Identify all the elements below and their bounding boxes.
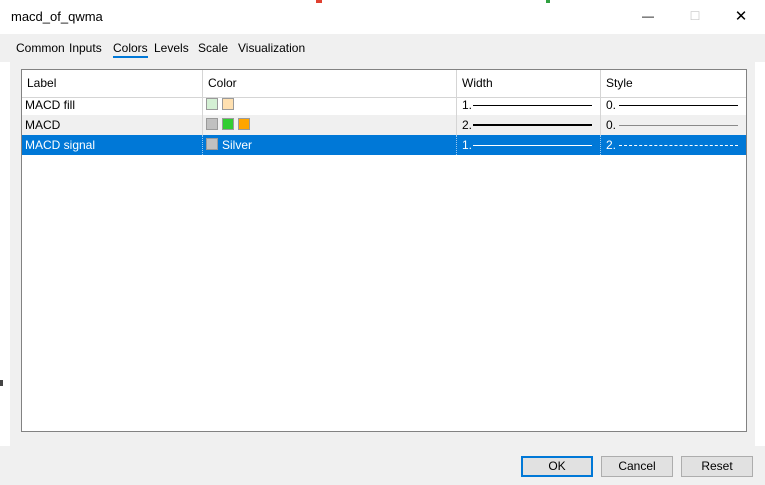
tab-scale[interactable]: Scale	[198, 41, 228, 55]
row-label: MACD signal	[22, 135, 203, 155]
style-value: 0.	[606, 118, 617, 132]
color-swatch[interactable]	[238, 118, 250, 130]
width-value: 1.	[462, 98, 473, 112]
table-row[interactable]: MACD fill 1. 0.	[22, 95, 746, 115]
row-label: MACD fill	[22, 95, 203, 115]
row-width[interactable]: 1.	[457, 95, 601, 115]
color-swatch[interactable]	[206, 98, 218, 110]
color-swatch[interactable]	[222, 98, 234, 110]
edge-mark	[0, 380, 3, 386]
row-style[interactable]: 0.	[601, 95, 746, 115]
width-value: 1.	[462, 138, 473, 152]
row-style[interactable]: 0.	[601, 115, 746, 135]
table-row[interactable]: MACD 2. 0.	[22, 115, 746, 135]
table-row[interactable]: MACD signal Silver 1. 2.	[22, 135, 746, 155]
close-icon: ✕	[734, 8, 748, 25]
chart-edge-accent	[546, 0, 550, 3]
header-width[interactable]: Width	[457, 70, 601, 97]
style-value: 2.	[606, 138, 617, 152]
maximize-button[interactable]: ☐	[672, 0, 718, 32]
colors-grid[interactable]: Label Color Width Style MACD fill 1. 0. …	[21, 69, 747, 432]
minimize-button[interactable]: —	[625, 0, 671, 32]
tab-colors[interactable]: Colors	[113, 41, 148, 58]
tab-inputs[interactable]: Inputs	[69, 41, 102, 55]
tab-common[interactable]: Common	[16, 41, 65, 55]
row-label: MACD	[22, 115, 203, 135]
color-swatch[interactable]	[206, 138, 218, 150]
style-line-sample	[619, 125, 738, 126]
row-color[interactable]	[203, 115, 457, 135]
reset-button[interactable]: Reset	[681, 456, 753, 477]
header-style[interactable]: Style	[601, 70, 746, 97]
row-width[interactable]: 1.	[457, 135, 601, 155]
color-swatch[interactable]	[222, 118, 234, 130]
grid-header: Label Color Width Style	[22, 70, 746, 98]
header-label[interactable]: Label	[22, 70, 203, 97]
width-line-sample	[473, 145, 592, 146]
style-value: 0.	[606, 98, 617, 112]
minimize-icon: —	[642, 9, 654, 23]
tab-levels[interactable]: Levels	[154, 41, 189, 55]
row-width[interactable]: 2.	[457, 115, 601, 135]
color-name: Silver	[222, 138, 253, 152]
width-value: 2.	[462, 118, 473, 132]
chart-edge-accent	[316, 0, 322, 3]
title-bar: macd_of_qwma — ☐ ✕	[0, 0, 765, 34]
tab-visualization[interactable]: Visualization	[238, 41, 305, 55]
window-title: macd_of_qwma	[11, 9, 103, 24]
width-line-sample	[473, 124, 592, 126]
color-swatch[interactable]	[206, 118, 218, 130]
style-line-sample	[619, 105, 738, 106]
ok-button[interactable]: OK	[521, 456, 593, 477]
close-button[interactable]: ✕	[718, 0, 764, 32]
style-line-sample	[619, 145, 738, 146]
row-color[interactable]	[203, 95, 457, 115]
row-color[interactable]: Silver	[203, 135, 457, 155]
tab-bar: Common Inputs Colors Levels Scale Visual…	[0, 34, 765, 62]
width-line-sample	[473, 105, 592, 106]
row-style[interactable]: 2.	[601, 135, 746, 155]
header-color[interactable]: Color	[203, 70, 457, 97]
maximize-icon: ☐	[689, 9, 701, 23]
cancel-button[interactable]: Cancel	[601, 456, 673, 477]
